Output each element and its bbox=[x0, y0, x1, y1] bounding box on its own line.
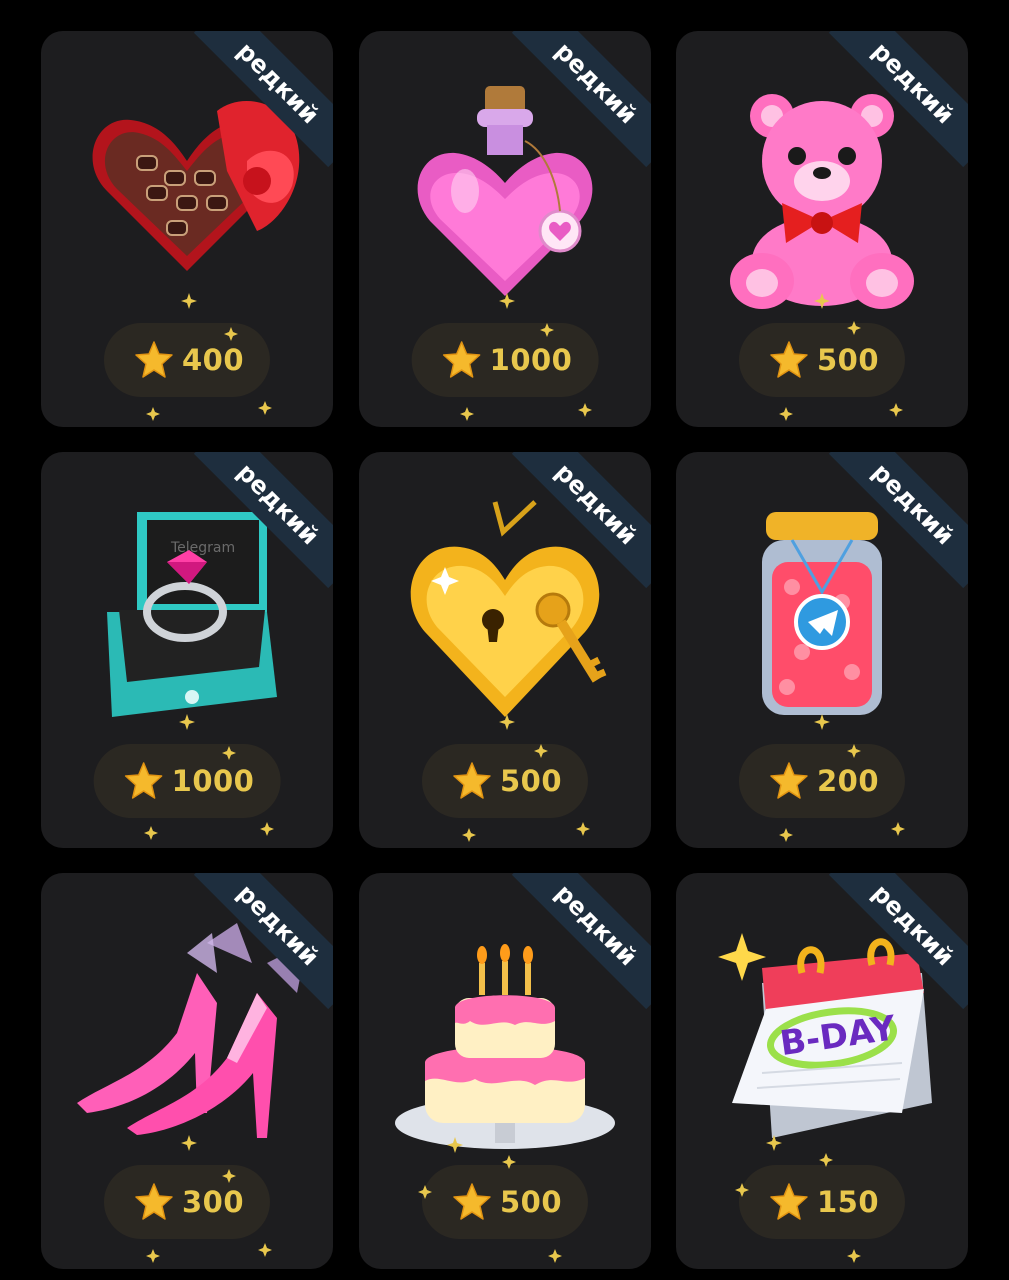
price-amount: 500 bbox=[499, 764, 563, 798]
gift-grid: редкий 400 редкий 1000 редкий 500 Telegr… bbox=[0, 0, 1009, 1280]
gift-card-ring-box[interactable]: Telegram редкий 1000 bbox=[41, 452, 333, 848]
price-pill[interactable]: 500 bbox=[738, 323, 906, 397]
star-icon bbox=[770, 341, 808, 378]
star-icon bbox=[453, 762, 491, 799]
price-amount: 500 bbox=[816, 343, 880, 377]
price-pill[interactable]: 1000 bbox=[93, 744, 281, 818]
star-icon bbox=[442, 341, 481, 378]
gift-card-birthday-cake[interactable]: редкий 500 bbox=[359, 873, 651, 1269]
price-amount: 1000 bbox=[171, 764, 255, 798]
gift-card-jar-of-hearts[interactable]: редкий 200 bbox=[676, 452, 968, 848]
star-icon bbox=[135, 341, 173, 378]
price-pill[interactable]: 500 bbox=[421, 744, 589, 818]
price-amount: 200 bbox=[816, 764, 880, 798]
star-icon bbox=[135, 1183, 173, 1220]
star-icon bbox=[124, 762, 163, 799]
price-pill[interactable]: 400 bbox=[103, 323, 271, 397]
price-pill[interactable]: 1000 bbox=[411, 323, 599, 397]
gift-card-pink-heels[interactable]: редкий 300 bbox=[41, 873, 333, 1269]
ring-box-text: Telegram bbox=[170, 540, 235, 556]
price-pill[interactable]: 150 bbox=[738, 1165, 906, 1239]
gift-card-bday-calendar[interactable]: B-DAY редкий 150 bbox=[676, 873, 968, 1269]
star-icon bbox=[453, 1183, 491, 1220]
price-pill[interactable]: 300 bbox=[103, 1165, 271, 1239]
gift-card-love-potion[interactable]: редкий 1000 bbox=[359, 31, 651, 427]
gift-card-golden-heart-locket[interactable]: редкий 500 bbox=[359, 452, 651, 848]
gift-card-pink-teddy-bear[interactable]: редкий 500 bbox=[676, 31, 968, 427]
price-amount: 300 bbox=[181, 1185, 245, 1219]
price-pill[interactable]: 500 bbox=[421, 1165, 589, 1239]
price-amount: 500 bbox=[499, 1185, 563, 1219]
star-icon bbox=[770, 1183, 808, 1220]
price-amount: 400 bbox=[181, 343, 245, 377]
price-amount: 150 bbox=[816, 1185, 880, 1219]
gift-card-heart-chocolate-box[interactable]: редкий 400 bbox=[41, 31, 333, 427]
star-icon bbox=[770, 762, 808, 799]
price-pill[interactable]: 200 bbox=[738, 744, 906, 818]
price-amount: 1000 bbox=[489, 343, 573, 377]
